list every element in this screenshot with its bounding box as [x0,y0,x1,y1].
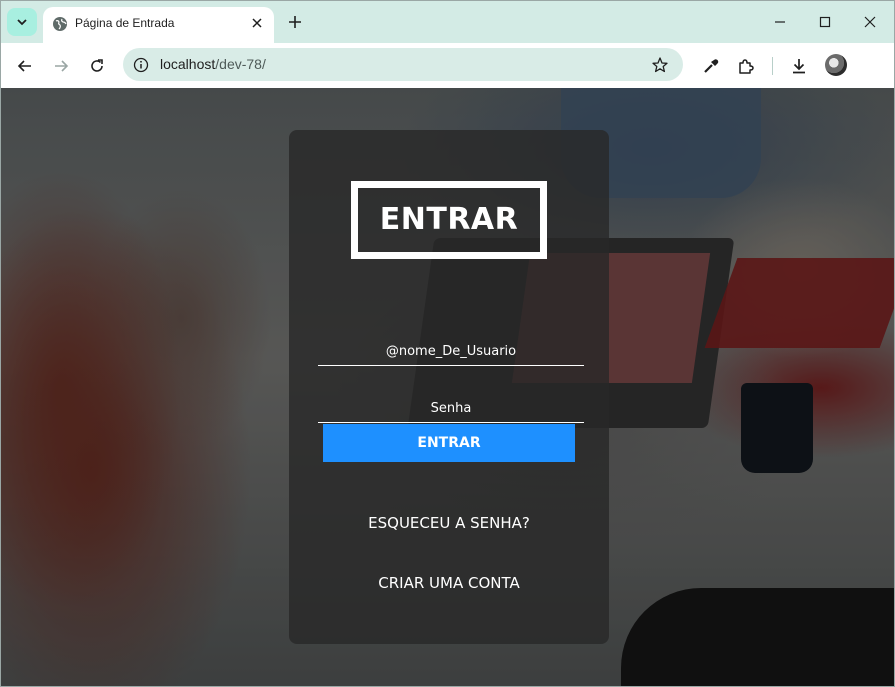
star-icon[interactable] [651,56,669,74]
info-icon[interactable] [133,57,149,73]
minimize-button[interactable] [770,12,790,32]
tab-search-button[interactable] [7,8,37,36]
reload-button[interactable] [86,55,108,77]
login-button[interactable]: ENTRAR [323,424,575,462]
chevron-down-icon [17,19,27,26]
login-title: ENTRAR [351,181,547,259]
plus-icon[interactable] [285,12,305,32]
downloads-button[interactable] [788,55,810,77]
tab-title: Página de Entrada [75,16,175,30]
puzzle-icon [739,59,754,74]
forgot-password-link[interactable]: ESQUECEU A SENHA? [289,514,609,532]
toolbar-separator [772,57,773,75]
url-path: /dev-78/ [215,56,266,72]
extensions-button[interactable] [735,55,757,77]
password-input[interactable] [318,394,584,423]
forward-button[interactable] [50,55,72,77]
reload-icon [91,59,103,72]
address-bar[interactable]: localhost/dev-78/ [123,48,683,81]
tab-strip: Página de Entrada [1,1,894,43]
url-text[interactable]: localhost/dev-78/ [160,56,266,72]
download-icon [793,59,805,74]
globe-icon [53,17,67,31]
eyedropper-button[interactable] [700,55,722,77]
window-close-button[interactable] [860,12,880,32]
minimize-icon [775,21,785,23]
browser-window: Página de Entrada localhost/dev-78/ ENTR… [0,0,895,687]
url-host: localhost [160,56,216,72]
username-input[interactable] [318,337,584,366]
maximize-icon [819,16,831,28]
tab-active[interactable]: Página de Entrada [43,7,274,43]
arrow-right-icon [55,60,69,72]
close-icon [864,16,876,28]
eyedropper-icon [704,59,719,73]
arrow-left-icon [17,60,31,72]
login-card: ENTRAR ENTRAR ESQUECEU A SENHA? CRIAR UM… [289,130,609,644]
browser-toolbar: localhost/dev-78/ [1,43,894,88]
maximize-button[interactable] [815,12,835,32]
page-viewport: ENTRAR ENTRAR ESQUECEU A SENHA? CRIAR UM… [1,88,894,686]
close-icon[interactable] [249,15,265,31]
back-button[interactable] [14,55,36,77]
avatar-icon[interactable] [825,54,847,76]
create-account-link[interactable]: CRIAR UMA CONTA [289,574,609,592]
